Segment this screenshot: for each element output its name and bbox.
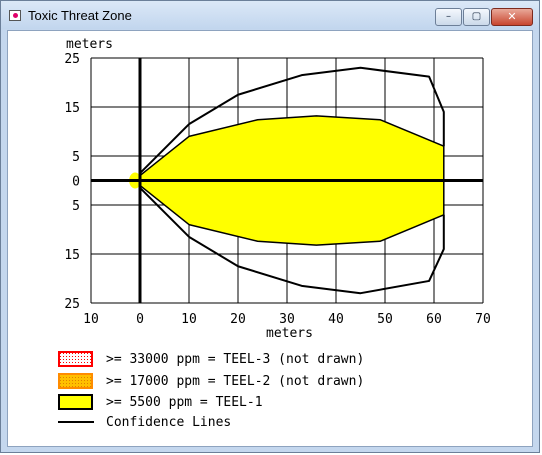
legend-item: Confidence Lines xyxy=(58,415,231,430)
legend: >= 33000 ppm = TEEL-3 (not drawn) >= 1700… xyxy=(58,351,364,430)
x-tick-label: 60 xyxy=(426,312,442,327)
title-bar[interactable]: Toxic Threat Zone – ▢ ✕ xyxy=(1,1,539,29)
x-tick-label: 20 xyxy=(230,312,246,327)
plot-area: 10 0 10 20 30 40 50 60 70 25 15 5 0 5 15 25 meters mete… xyxy=(7,30,533,447)
window-title: Toxic Threat Zone xyxy=(28,8,132,23)
x-tick-label: 70 xyxy=(475,312,491,327)
legend-label: >= 33000 ppm = TEEL-3 (not drawn) xyxy=(106,352,364,367)
minimize-icon: – xyxy=(446,11,451,22)
x-tick-label: 50 xyxy=(377,312,393,327)
toxic-threat-zone-window: Toxic Threat Zone – ▢ ✕ 10 0 10 20 30 40 50 60 7… xyxy=(0,0,540,453)
orange-dotted-swatch xyxy=(58,373,93,389)
maximize-icon: ▢ xyxy=(471,11,482,22)
x-tick-label: 40 xyxy=(328,312,344,327)
y-tick-label: 5 xyxy=(72,199,80,214)
y-tick-label: 15 xyxy=(64,101,80,116)
y-tick-label: 0 xyxy=(72,175,80,190)
legend-label: >= 5500 ppm = TEEL-1 xyxy=(106,395,263,410)
red-dotted-swatch xyxy=(58,351,93,367)
close-icon: ✕ xyxy=(507,10,517,23)
legend-item: >= 33000 ppm = TEEL-3 (not drawn) xyxy=(58,351,364,367)
yellow-solid-swatch xyxy=(58,394,93,410)
toxic-zone-app-icon[interactable] xyxy=(9,10,21,21)
legend-label: Confidence Lines xyxy=(106,415,231,430)
legend-item: >= 5500 ppm = TEEL-1 xyxy=(58,394,263,410)
maximize-button[interactable]: ▢ xyxy=(463,8,490,26)
y-axis-label: meters xyxy=(66,37,113,52)
x-tick-label: 10 xyxy=(83,312,99,327)
x-axis-label: meters xyxy=(266,326,313,341)
legend-label: >= 17000 ppm = TEEL-2 (not drawn) xyxy=(106,374,364,389)
legend-item: >= 17000 ppm = TEEL-2 (not drawn) xyxy=(58,373,364,389)
threat-zone-chart: 10 0 10 20 30 40 50 60 7025155051525 meters mete… xyxy=(58,37,491,430)
y-tick-label: 5 xyxy=(72,150,80,165)
x-tick-label: 30 xyxy=(279,312,295,327)
x-tick-label: 0 xyxy=(136,312,144,327)
y-tick-label: 25 xyxy=(64,52,80,67)
y-tick-label: 15 xyxy=(64,248,80,263)
minimize-button[interactable]: – xyxy=(435,8,462,26)
y-tick-label: 25 xyxy=(64,297,80,312)
x-tick-label: 10 xyxy=(181,312,197,327)
close-button[interactable]: ✕ xyxy=(491,8,533,26)
